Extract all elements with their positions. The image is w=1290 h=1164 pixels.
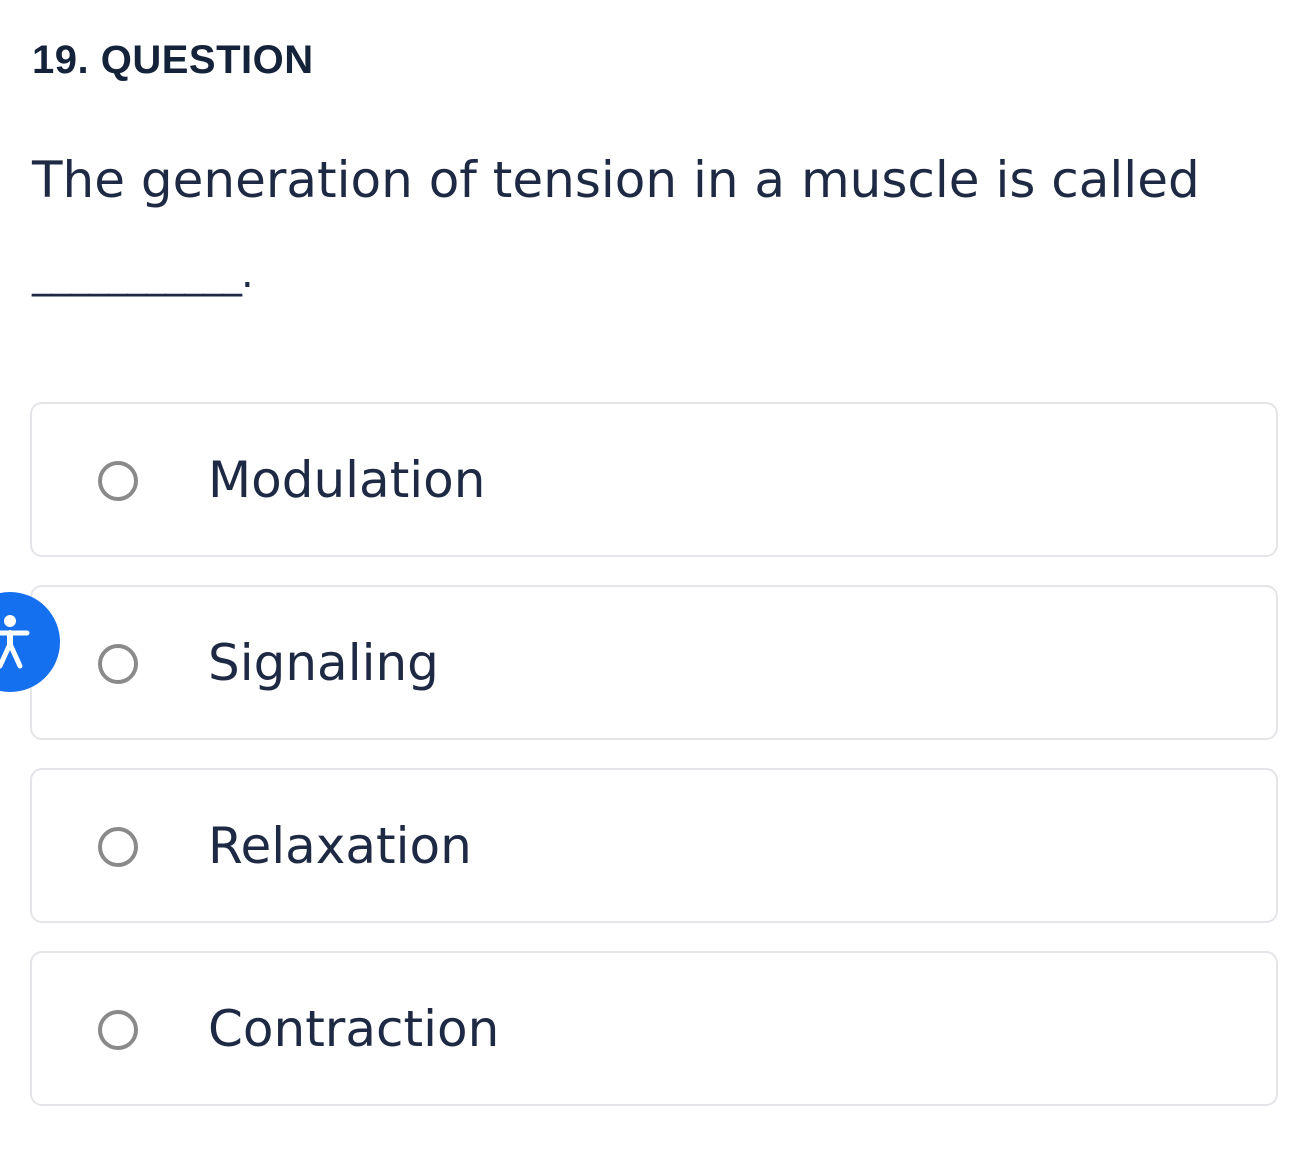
- radio-button[interactable]: [98, 461, 138, 501]
- option-relaxation[interactable]: Relaxation: [30, 768, 1278, 923]
- radio-button[interactable]: [98, 827, 138, 867]
- option-label: Modulation: [208, 451, 486, 509]
- option-modulation[interactable]: Modulation: [30, 402, 1278, 557]
- question-number: 19. QUESTION: [32, 38, 314, 82]
- answer-options: Modulation Signaling Relaxation Contract…: [30, 402, 1278, 1134]
- option-label: Signaling: [208, 634, 439, 692]
- radio-button[interactable]: [98, 1010, 138, 1050]
- question-text: The generation of tension in a muscle is…: [32, 151, 1200, 209]
- option-label: Contraction: [208, 1000, 500, 1058]
- option-signaling[interactable]: Signaling: [30, 585, 1278, 740]
- option-contraction[interactable]: Contraction: [30, 951, 1278, 1106]
- answer-blank: ___________.: [32, 251, 254, 297]
- option-label: Relaxation: [208, 817, 472, 875]
- radio-button[interactable]: [98, 644, 138, 684]
